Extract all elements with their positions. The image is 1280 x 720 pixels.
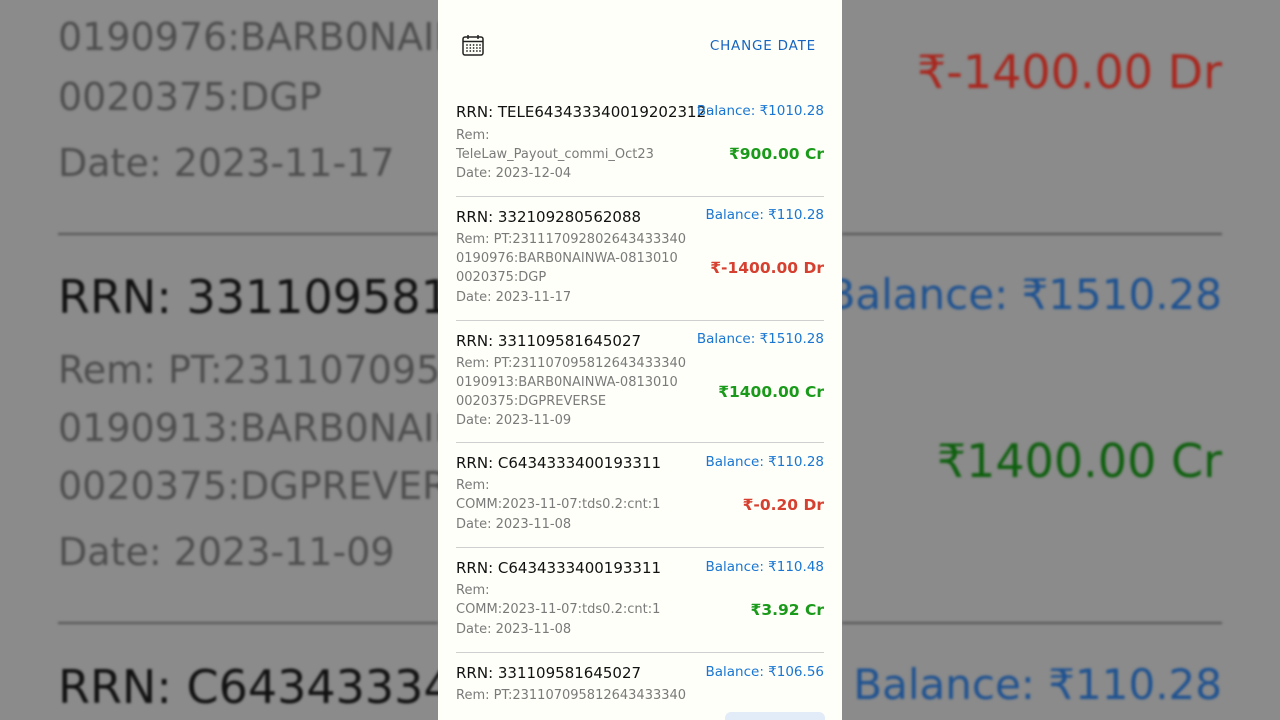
balance-label: Balance: ₹110.28: [705, 454, 824, 470]
rrn-label: RRN: 332109280562088: [456, 208, 642, 226]
rrn-label: RRN: 331109581645027: [456, 332, 642, 350]
bg-text: Date: 2023-11-09: [58, 530, 395, 574]
amount-credit: ₹3.92 Cr: [750, 601, 824, 619]
amount-debit: ₹-0.20 Dr: [742, 496, 824, 514]
remark-text: Rem: TeleLaw_Payout_commi_Oct23: [456, 128, 654, 162]
balance-label: Balance: ₹1510.28: [696, 331, 824, 347]
transaction-item[interactable]: RRN: 331109581645027 Balance: ₹1510.28 R…: [456, 321, 824, 443]
remark-text: Rem: COMM:2023-11-07:tds0.2:cnt:1: [456, 478, 661, 512]
transaction-item[interactable]: RRN: 332109280562088 Balance: ₹110.28 Re…: [456, 197, 824, 321]
bg-text: ₹-1400.00 Dr: [916, 45, 1222, 99]
transaction-item[interactable]: RRN: 331109581645027 Balance: ₹106.56 Re…: [456, 653, 824, 720]
bg-text: Balance: ₹110.28: [853, 660, 1222, 709]
rrn-label: RRN: C6434333400193311: [456, 559, 662, 577]
remark-text: Rem: PT:231117092802643433340 0190976:BA…: [456, 232, 687, 285]
rrn-label: RRN: TELE6434333400192023120104: [456, 103, 708, 121]
bg-text: Date: 2023-11-17: [58, 141, 395, 185]
balance-label: Balance: ₹110.28: [705, 207, 824, 223]
transaction-item[interactable]: RRN: TELE6434333400192023120104 Balance:…: [456, 90, 824, 197]
date-label: Date: 2023-11-17: [456, 290, 572, 305]
bg-divider: [58, 622, 438, 624]
bg-divider: [842, 622, 1222, 624]
date-label: Date: 2023-11-08: [456, 622, 572, 637]
change-date-button[interactable]: CHANGE DATE: [710, 38, 816, 54]
bg-text: 0020375:DGP: [58, 75, 322, 119]
amount-credit: ₹900.00 Cr: [728, 145, 824, 163]
transaction-item[interactable]: RRN: C6434333400193311 Balance: ₹110.28 …: [456, 443, 824, 548]
bg-divider: [58, 233, 438, 235]
bg-text: Balance: ₹1510.28: [826, 270, 1222, 319]
rrn-label: RRN: 331109581645027: [456, 664, 642, 682]
remark-text: Rem: PT:231107095812643433340: [456, 688, 687, 703]
transaction-item[interactable]: RRN: C6434333400193311 Balance: ₹110.48 …: [456, 548, 824, 653]
rrn-label: RRN: C6434333400193311: [456, 454, 662, 472]
remark-text: Rem: COMM:2023-11-07:tds0.2:cnt:1: [456, 583, 661, 617]
bg-text: 0020375:DGPREVERSE: [58, 464, 497, 508]
bg-text: ₹1400.00 Cr: [936, 434, 1222, 488]
transaction-screen: CHANGE DATE RRN: TELE6434333400192023120…: [438, 0, 842, 720]
balance-label: Balance: ₹1010.28: [696, 103, 824, 119]
amount-credit: ₹1400.00 Cr: [718, 383, 824, 401]
balance-label: Balance: ₹106.56: [705, 664, 824, 680]
amount-debit: ₹-1400.00 Dr: [710, 259, 824, 277]
date-label: Date: 2023-11-08: [456, 517, 572, 532]
transaction-list: RRN: TELE6434333400192023120104 Balance:…: [456, 90, 824, 720]
date-label: Date: 2023-11-09: [456, 413, 572, 428]
date-header: CHANGE DATE: [438, 0, 842, 78]
floating-button[interactable]: [725, 712, 825, 720]
balance-label: Balance: ₹110.48: [705, 559, 824, 575]
date-label: Date: 2023-12-04: [456, 166, 572, 181]
remark-text: Rem: PT:231107095812643433340 0190913:BA…: [456, 356, 687, 409]
bg-divider: [842, 233, 1222, 235]
calendar-icon[interactable]: [461, 33, 485, 57]
